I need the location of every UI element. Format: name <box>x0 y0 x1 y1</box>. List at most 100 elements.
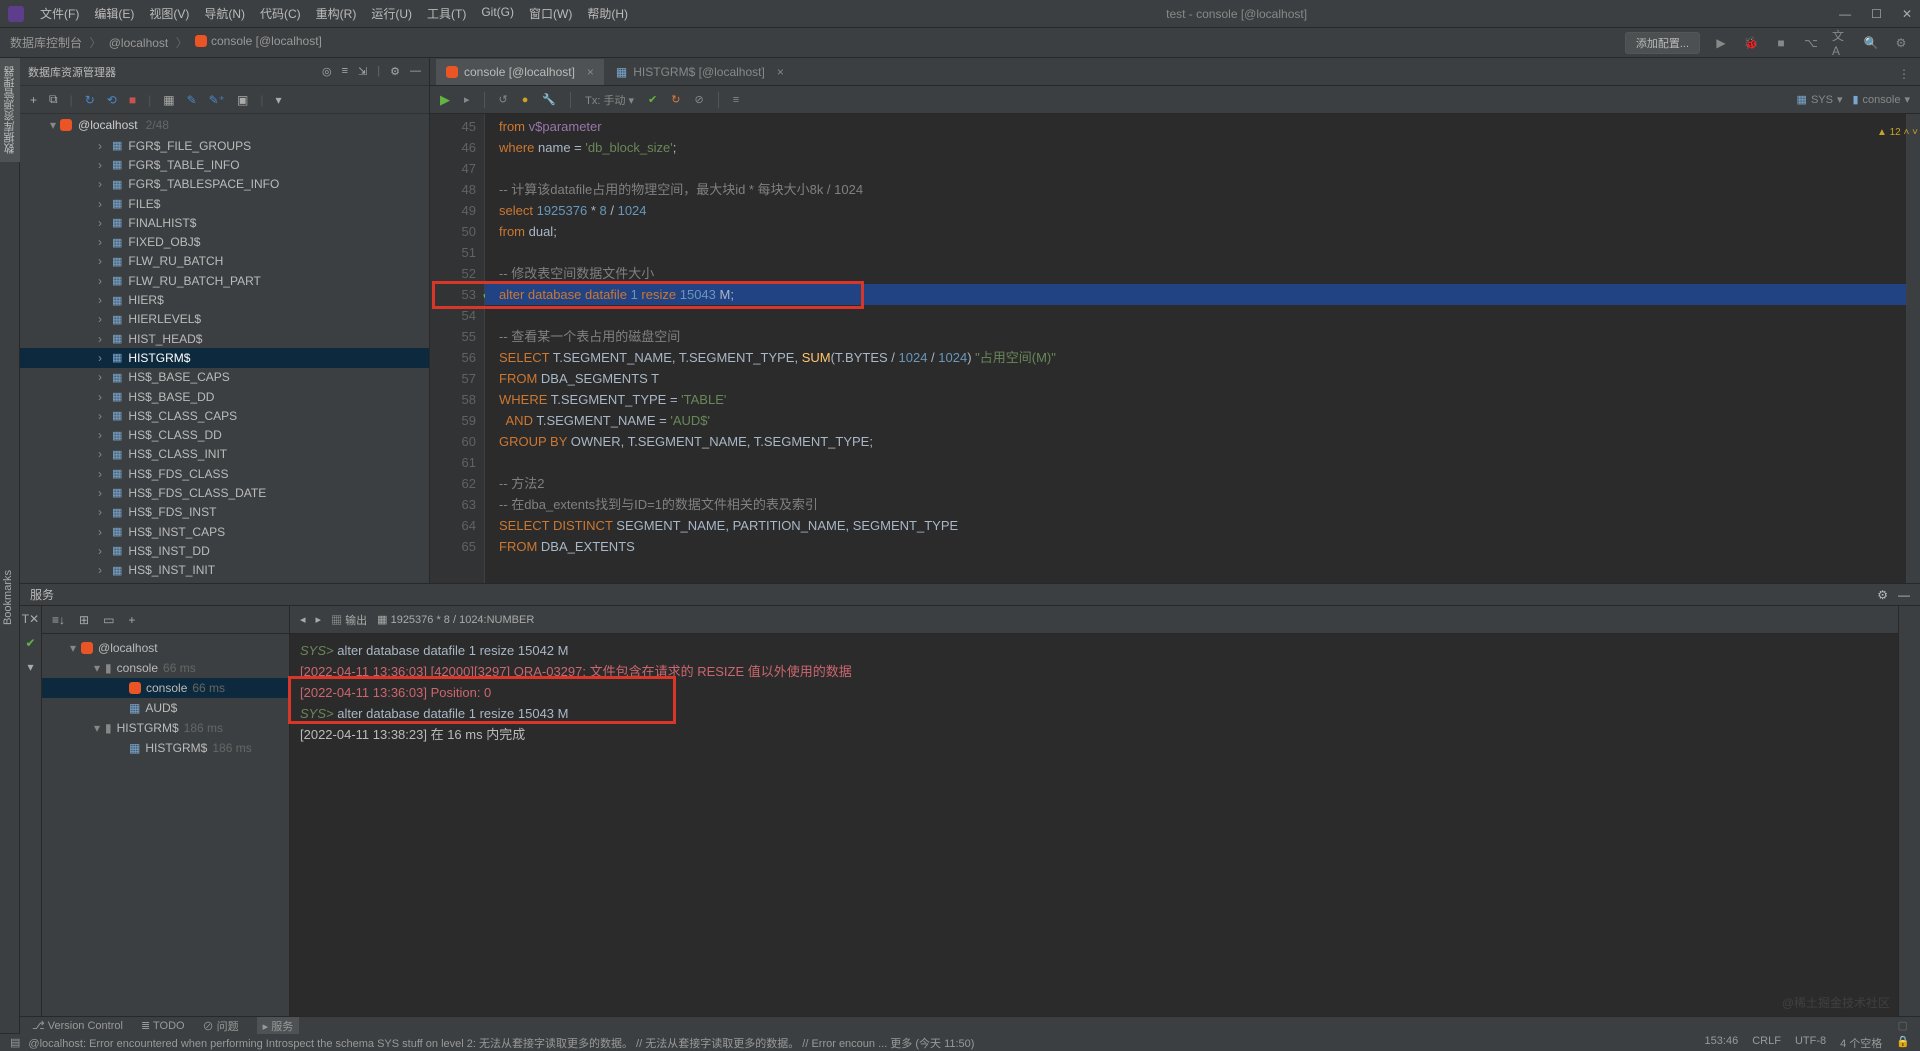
filter-icon[interactable]: ▾ <box>275 93 281 107</box>
explain-icon[interactable]: ● <box>522 94 529 106</box>
bookmarks-tab[interactable]: Bookmarks <box>0 562 16 633</box>
service-tree-row[interactable]: ▦HISTGRM$186 ms <box>42 738 289 758</box>
table-row[interactable]: ›▦HISTGRM$ <box>20 348 429 367</box>
hide-icon[interactable]: — <box>410 65 421 78</box>
table-row[interactable]: ›▦FGR$_FILE_GROUPS <box>20 136 429 155</box>
table-row[interactable]: ›▦HS$_CLASS_DD <box>20 425 429 444</box>
console-output[interactable]: SYS> alter database datafile 1 resize 15… <box>290 634 1898 1016</box>
table-row[interactable]: ›▦HS$_INST_CAPS <box>20 522 429 541</box>
close-tab-icon[interactable]: × <box>777 65 784 79</box>
chevron-down-icon[interactable]: ▾ <box>27 660 33 674</box>
table-row[interactable]: ›▦HS$_CLASS_INIT <box>20 445 429 464</box>
crumb-1[interactable]: @localhost <box>109 36 169 50</box>
code-minimap[interactable]: ▲ 12 ˄ ˅ <box>1906 114 1920 583</box>
code-editor[interactable]: 4546474849505152535455565758596061626364… <box>430 114 1920 583</box>
fwd-icon[interactable]: ▸ <box>316 613 322 626</box>
tab-console[interactable]: console [@localhost] × <box>436 59 604 85</box>
ok-icon[interactable]: ✔ <box>25 636 35 650</box>
run-icon[interactable]: ▶ <box>1712 34 1730 52</box>
more-icon[interactable]: ⋮ <box>1888 63 1920 85</box>
edit-icon[interactable]: ✎ <box>187 93 197 107</box>
minimize-icon[interactable]: — <box>1839 7 1851 21</box>
table-row[interactable]: ›▦HS$_CLASS_CAPS <box>20 406 429 425</box>
gear-icon[interactable]: ⚙ <box>1877 588 1888 602</box>
status-indent[interactable]: 4 个空格 <box>1840 1035 1882 1051</box>
session-selector[interactable]: ▮ console ▾ <box>1852 93 1910 106</box>
problems-tool[interactable]: ⊘ 问题 <box>203 1018 239 1034</box>
close-tab-icon[interactable]: × <box>587 65 594 79</box>
status-lock-icon[interactable]: 🔒 <box>1896 1035 1910 1051</box>
flat-icon[interactable]: ▭ <box>103 613 114 627</box>
table-row[interactable]: ›▦HS$_FDS_CLASS <box>20 464 429 483</box>
services-tool[interactable]: ▸ 服务 <box>257 1017 300 1035</box>
table-row[interactable]: ›▦HIER$ <box>20 290 429 309</box>
formula-label[interactable]: ▦ 1925376 * 8 / 1024:NUMBER <box>377 613 534 626</box>
menu-item[interactable]: 编辑(E) <box>88 3 140 24</box>
service-tree-row[interactable]: ▾▮console66 ms <box>42 658 289 678</box>
copy-ds-icon[interactable]: ⧉ <box>49 92 58 107</box>
crumb-0[interactable]: 数据库控制台 <box>10 36 82 50</box>
tab-histgrm[interactable]: ▦ HISTGRM$ [@localhost] × <box>606 59 794 85</box>
menu-item[interactable]: 代码(C) <box>254 3 307 24</box>
add-icon[interactable]: + <box>128 613 135 627</box>
output-label[interactable]: ▦ 输出 <box>331 612 367 628</box>
tx-mode[interactable]: Tx: 手动 ▾ <box>585 92 634 108</box>
service-tree-row[interactable]: ▾@localhost <box>42 638 289 658</box>
table-row[interactable]: ›▦FLW_RU_BATCH_PART <box>20 271 429 290</box>
back-icon[interactable]: ◂ <box>300 613 306 626</box>
execute-plan-icon[interactable]: ▸ <box>464 93 470 106</box>
db-explorer-tab[interactable]: 数据库资源管理器 <box>0 58 20 162</box>
status-encoding[interactable]: UTF-8 <box>1795 1035 1826 1051</box>
sync-icon[interactable]: ⟲ <box>107 93 117 107</box>
debug-icon[interactable]: 🐞 <box>1742 34 1760 52</box>
menu-item[interactable]: 导航(N) <box>198 3 251 24</box>
expand-icon[interactable]: ⇲ <box>358 65 367 78</box>
table-row[interactable]: ›▦HS$_FDS_INST <box>20 503 429 522</box>
tx-icon[interactable]: T✕ <box>22 612 39 626</box>
close-icon[interactable]: ✕ <box>1902 7 1912 21</box>
cancel-icon[interactable]: ⊘ <box>694 93 703 106</box>
table-row[interactable]: ›▦HS$_INST_DD <box>20 541 429 560</box>
maximize-icon[interactable]: ☐ <box>1871 7 1882 21</box>
table-row[interactable]: ›▦HS$_INST_INIT <box>20 561 429 580</box>
table-row[interactable]: ›▦FGR$_TABLE_INFO <box>20 155 429 174</box>
menu-item[interactable]: 视图(V) <box>143 3 195 24</box>
tree-layout-icon[interactable]: ⊞ <box>79 613 89 627</box>
commit-icon[interactable]: ✔ <box>648 93 657 106</box>
stop-icon[interactable]: ■ <box>129 93 136 107</box>
add-config-button[interactable]: 添加配置... <box>1625 32 1700 54</box>
menu-item[interactable]: 工具(T) <box>421 3 472 24</box>
history-icon[interactable]: ↺ <box>499 93 508 106</box>
todo-tool[interactable]: ≣ TODO <box>141 1019 185 1032</box>
status-line-sep[interactable]: CRLF <box>1752 1035 1781 1051</box>
add-icon[interactable]: + <box>30 93 37 107</box>
target-icon[interactable]: ◎ <box>322 65 332 78</box>
table-row[interactable]: ›▦FGR$_TABLESPACE_INFO <box>20 175 429 194</box>
git-branch-icon[interactable]: ⌥ <box>1802 34 1820 52</box>
search-icon[interactable]: 🔍 <box>1862 34 1880 52</box>
settings-icon[interactable]: ⚙ <box>390 65 400 78</box>
table-icon[interactable]: ▦ <box>163 93 174 107</box>
table-row[interactable]: ›▦FIXED_OBJ$ <box>20 232 429 251</box>
menu-item[interactable]: 窗口(W) <box>523 3 578 24</box>
jump-edit-icon[interactable]: ✎⁺ <box>209 93 225 107</box>
gear-icon[interactable]: ⚙ <box>1892 34 1910 52</box>
status-cursor-pos[interactable]: 153:46 <box>1705 1035 1739 1051</box>
datasource-row[interactable]: ▾ @localhost 2/48 <box>20 114 429 136</box>
menu-item[interactable]: 重构(R) <box>310 3 363 24</box>
services-tree[interactable]: ▾@localhost▾▮console66 msconsole66 ms▦AU… <box>42 634 289 1016</box>
table-row[interactable]: ›▦HS$_BASE_DD <box>20 387 429 406</box>
service-tree-row[interactable]: console66 ms <box>42 678 289 698</box>
table-row[interactable]: ›▦HIERLEVEL$ <box>20 310 429 329</box>
db-tree[interactable]: ›▦FGR$_FILE_GROUPS›▦FGR$_TABLE_INFO›▦FGR… <box>20 136 429 583</box>
stop-icon[interactable]: ■ <box>1772 34 1790 52</box>
table-row[interactable]: ›▦FINALHIST$ <box>20 213 429 232</box>
hide-icon[interactable]: — <box>1898 588 1910 602</box>
menu-item[interactable]: 帮助(H) <box>581 3 634 24</box>
layout-icon[interactable]: ≡ <box>733 94 739 106</box>
diagram-icon[interactable]: ▣ <box>237 93 248 107</box>
table-row[interactable]: ›▦FLW_RU_BATCH <box>20 252 429 271</box>
table-row[interactable]: ›▦HS$_FDS_CLASS_DATE <box>20 483 429 502</box>
filter-icon[interactable]: ≡↓ <box>52 613 65 627</box>
service-tree-row[interactable]: ▦AUD$ <box>42 698 289 718</box>
